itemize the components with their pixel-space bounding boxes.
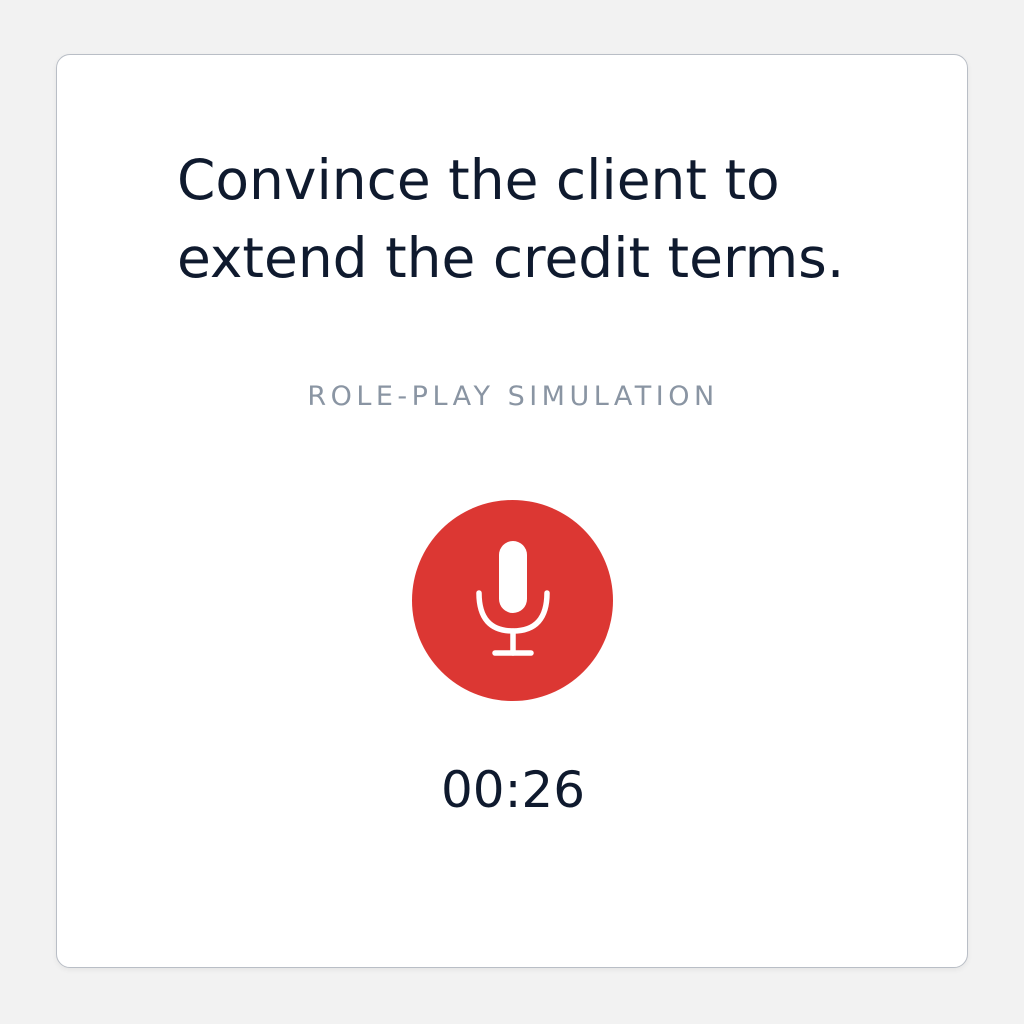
simulation-card: Convince the client to extend the credit… bbox=[56, 54, 968, 968]
mode-label: ROLE-PLAY SIMULATION bbox=[307, 381, 719, 412]
prompt-line-1: Convince the client to bbox=[177, 148, 780, 212]
record-button[interactable] bbox=[412, 500, 613, 701]
prompt-heading: Convince the client to extend the credit… bbox=[177, 141, 897, 297]
elapsed-timer: 00:26 bbox=[440, 761, 586, 819]
microphone-icon bbox=[475, 540, 550, 656]
prompt-line-2: extend the credit terms. bbox=[177, 226, 845, 290]
